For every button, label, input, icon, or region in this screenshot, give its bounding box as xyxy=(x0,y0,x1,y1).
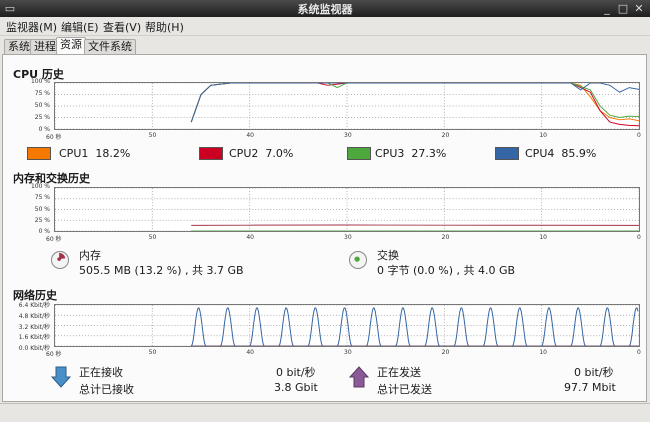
cpu4-label: CPU4 85.9% xyxy=(525,147,597,160)
receiving-label: 正在接收 xyxy=(79,366,123,379)
menu-bar: 监视器(M) 编辑(E) 查看(V) 帮助(H) xyxy=(0,17,650,36)
cpu-y-tick-label: 75 % xyxy=(34,90,50,97)
receiving-color-arrow-icon[interactable] xyxy=(50,366,72,388)
cpu-y-tick-label: 25 % xyxy=(34,114,50,121)
maximize-icon[interactable]: □ xyxy=(616,2,630,15)
cpu-x-tick-label: 60 秒 xyxy=(46,134,62,141)
cpu-y-tick-label: 50 % xyxy=(34,102,50,109)
cpu-x-tick-label: 40 xyxy=(246,132,254,139)
cpu-history-graph xyxy=(54,82,640,130)
cpu1-color-swatch[interactable] xyxy=(27,147,51,160)
cpu-y-tick-label: 100 % xyxy=(30,78,50,85)
memory-history-graph xyxy=(54,187,640,232)
tab-filesystems[interactable]: 文件系统 xyxy=(84,39,136,54)
cpu3-color-swatch[interactable] xyxy=(347,147,371,160)
window-title: 系统监视器 xyxy=(297,3,353,16)
network-x-tick-label: 50 xyxy=(148,349,157,356)
memory-x-tick-label: 20 xyxy=(441,234,450,241)
memory-y-tick-label: 25 % xyxy=(34,216,50,224)
total-received-value: 3.8 Gbit xyxy=(274,381,318,394)
status-bar xyxy=(0,403,650,422)
cpu-x-tick-label: 50 xyxy=(148,132,157,139)
series-line-0 xyxy=(190,83,639,123)
cpu4-color-swatch[interactable] xyxy=(495,147,519,160)
network-x-tick-label: 30 xyxy=(344,349,352,356)
tab-resources[interactable]: 资源 xyxy=(56,37,86,54)
sending-rate: 0 bit/秒 xyxy=(574,366,614,379)
network-x-tick-label: 0 xyxy=(637,349,641,356)
memory-x-tick-label: 50 xyxy=(148,234,157,241)
resources-panel: CPU 历史 CPU1 18.2% CPU2 7.0% CPU3 27.3% C… xyxy=(2,54,647,402)
network-x-tick-label: 10 xyxy=(539,349,547,356)
cpu1-label: CPU1 18.2% xyxy=(59,147,131,160)
memory-x-tick-label: 0 xyxy=(637,234,641,241)
total-sent-label: 总计已发送 xyxy=(377,383,432,396)
memory-color-pie-icon[interactable] xyxy=(51,251,69,269)
swap-label: 交换 xyxy=(377,249,399,262)
memory-y-tick-label: 0 % xyxy=(38,228,50,235)
title-bar[interactable]: ▭ 系统监视器 _ □ ✕ xyxy=(0,0,650,17)
series-line-3 xyxy=(190,83,639,123)
network-history-graph xyxy=(54,304,640,347)
series-line-2 xyxy=(190,83,639,123)
network-x-tick-label: 20 xyxy=(441,349,450,356)
receiving-rate: 0 bit/秒 xyxy=(276,366,316,379)
cpu-y-tick-label: 0 % xyxy=(38,126,50,133)
tab-bar: 系统 进程 资源 文件系统 xyxy=(0,37,650,54)
series-line-1 xyxy=(190,83,639,127)
series-line-0 xyxy=(190,307,639,346)
memory-x-tick-label: 40 xyxy=(246,234,254,241)
close-icon[interactable]: ✕ xyxy=(632,2,646,15)
total-sent-value: 97.7 Mbit xyxy=(564,381,616,394)
menu-help[interactable]: 帮助(H) xyxy=(145,19,184,35)
network-y-tick-label: 1.6 Kbit/秒 xyxy=(18,334,50,342)
cpu3-label: CPU3 27.3% xyxy=(375,147,447,160)
memory-x-tick-label: 30 xyxy=(344,234,352,241)
network-y-tick-label: 6.4 Kbit/秒 xyxy=(18,302,50,309)
network-y-tick-label: 4.8 Kbit/秒 xyxy=(18,312,50,320)
cpu-x-tick-label: 10 xyxy=(539,132,547,139)
memory-x-tick-label: 60 秒 xyxy=(46,236,62,243)
swap-value: 0 字节 (0.0 %) , 共 4.0 GB xyxy=(377,264,516,277)
cpu2-color-swatch[interactable] xyxy=(199,147,223,160)
cpu-x-tick-label: 20 xyxy=(441,132,450,139)
memory-y-tick-label: 100 % xyxy=(30,183,50,190)
memory-x-tick-label: 10 xyxy=(539,234,547,241)
memory-y-tick-label: 75 % xyxy=(34,194,50,202)
network-y-tick-label: 3.2 Kbit/秒 xyxy=(18,323,50,331)
menu-view[interactable]: 查看(V) xyxy=(103,19,141,35)
network-y-tick-label: 0.0 Kbit/秒 xyxy=(18,345,50,352)
sending-color-arrow-icon[interactable] xyxy=(348,366,370,388)
swap-color-pie-icon[interactable] xyxy=(349,251,367,269)
memory-value: 505.5 MB (13.2 %) , 共 3.7 GB xyxy=(79,264,244,277)
memory-y-tick-label: 50 % xyxy=(34,205,50,213)
total-received-label: 总计已接收 xyxy=(79,383,134,396)
memory-label: 内存 xyxy=(79,249,101,262)
cpu-x-tick-label: 30 xyxy=(344,132,352,139)
minimize-icon[interactable]: _ xyxy=(600,2,614,15)
system-monitor-window: ▭ 系统监视器 _ □ ✕ 监视器(M) 编辑(E) 查看(V) 帮助(H) 系… xyxy=(0,0,650,422)
cpu2-label: CPU2 7.0% xyxy=(229,147,294,160)
network-x-tick-label: 40 xyxy=(246,349,254,356)
sending-label: 正在发送 xyxy=(377,366,421,379)
menu-edit[interactable]: 编辑(E) xyxy=(61,19,99,35)
cpu-x-tick-label: 0 xyxy=(637,132,641,139)
menu-monitor[interactable]: 监视器(M) xyxy=(6,19,57,35)
